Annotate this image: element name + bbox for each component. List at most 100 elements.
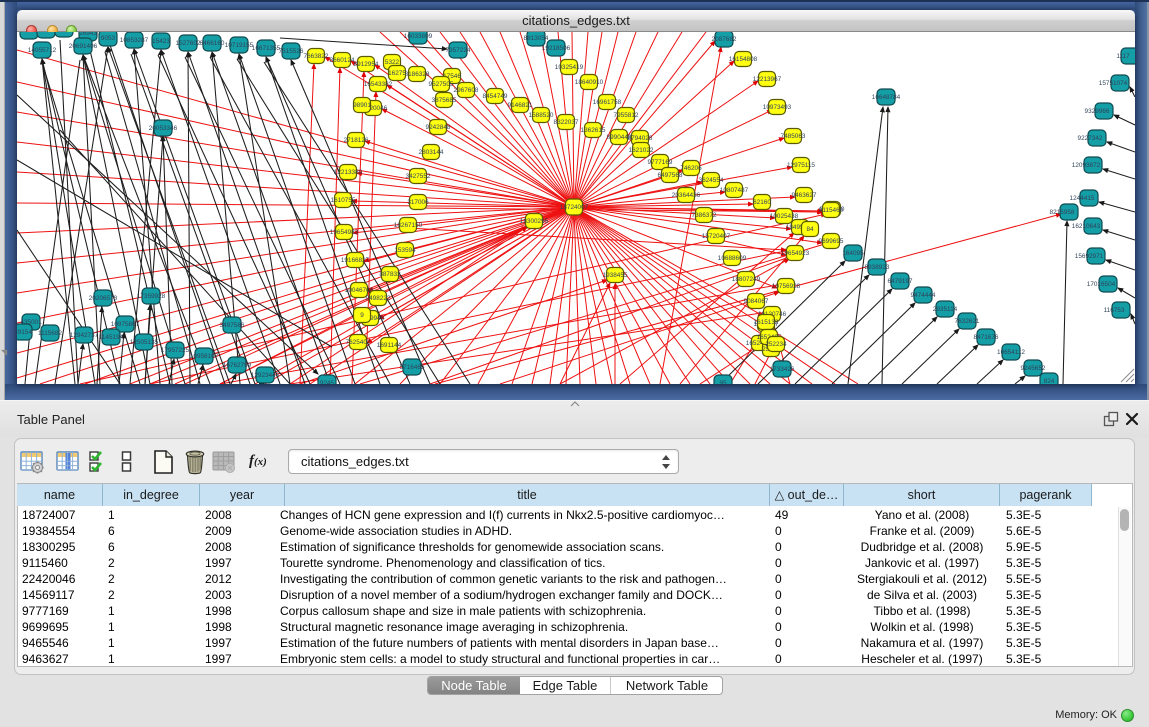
svg-text:20691406: 20691406 — [69, 43, 98, 50]
svg-text:3497586: 3497586 — [220, 322, 245, 329]
svg-text:16543382: 16543382 — [364, 81, 393, 88]
svg-text:10975867: 10975867 — [111, 321, 140, 328]
svg-text:1733426: 1733426 — [770, 366, 795, 373]
svg-text:18640910: 18640910 — [575, 79, 604, 86]
svg-text:15720407: 15720407 — [702, 233, 731, 240]
svg-text:12923446: 12923446 — [251, 372, 280, 379]
svg-text:12213967: 12213967 — [753, 76, 782, 83]
svg-text:16154808: 16154808 — [729, 56, 758, 63]
svg-text:17957225: 17957225 — [161, 347, 190, 354]
svg-text:20364436: 20364436 — [672, 192, 701, 199]
svg-text:746206: 746206 — [680, 165, 702, 172]
svg-text:6479197: 6479197 — [888, 278, 913, 285]
svg-text:9084067: 9084067 — [744, 298, 769, 305]
svg-text:7485063: 7485063 — [781, 133, 806, 140]
svg-text:10025438: 10025438 — [770, 213, 799, 220]
svg-text:16033809: 16033809 — [404, 33, 433, 40]
svg-text:3624554: 3624554 — [699, 177, 724, 184]
svg-text:20053346: 20053346 — [149, 125, 178, 132]
svg-text:6497568: 6497568 — [658, 172, 683, 179]
svg-text:9699695: 9699695 — [819, 238, 844, 245]
svg-text:8660124: 8660124 — [330, 57, 355, 64]
svg-text:16762759: 16762759 — [223, 362, 252, 369]
svg-text:17016504: 17016504 — [1087, 281, 1116, 288]
svg-text:14055712: 14055712 — [28, 47, 57, 54]
svg-text:9242848: 9242848 — [426, 124, 451, 131]
svg-text:317006: 317006 — [407, 199, 429, 206]
svg-text:2718126: 2718126 — [344, 137, 369, 144]
svg-text:9245652: 9245652 — [1021, 365, 1046, 372]
svg-text:9245: 9245 — [320, 380, 335, 384]
svg-text:1362615: 1362615 — [581, 127, 606, 134]
svg-text:9498222: 9498222 — [366, 295, 391, 302]
svg-text:18267150: 18267150 — [394, 222, 423, 229]
svg-text:15751074: 15751074 — [1099, 80, 1128, 87]
svg-text:1117: 1117 — [1116, 53, 1130, 60]
svg-text:12942737: 12942737 — [70, 332, 99, 339]
svg-text:8938923: 8938923 — [865, 264, 890, 271]
svg-text:8813054: 8813054 — [524, 35, 549, 42]
svg-text:8215958: 8215958 — [1050, 209, 1075, 216]
svg-text:20206578: 20206578 — [89, 295, 118, 302]
svg-text:10853287: 10853287 — [120, 37, 149, 44]
svg-text:18300295: 18300295 — [520, 218, 549, 225]
svg-text:10756928: 10756928 — [772, 283, 801, 290]
svg-text:10654112: 10654112 — [997, 349, 1025, 356]
svg-text:16210643: 16210643 — [1072, 223, 1101, 230]
svg-text:15423: 15423 — [152, 38, 170, 45]
svg-text:98901: 98901 — [353, 102, 371, 109]
svg-text:10688609: 10688609 — [718, 255, 747, 262]
svg-text:10807487: 10807487 — [720, 187, 749, 194]
svg-text:17359928: 17359928 — [137, 293, 166, 300]
svg-text:9527505: 9527505 — [429, 81, 454, 88]
svg-text:3875685: 3875685 — [432, 97, 457, 104]
svg-text:10325419: 10325419 — [555, 64, 584, 71]
svg-text:9146821: 9146821 — [508, 102, 533, 109]
svg-text:1244415: 1244415 — [1070, 195, 1095, 202]
svg-text:19654983: 19654983 — [330, 229, 359, 236]
svg-text:84: 84 — [806, 226, 814, 233]
svg-text:18724007: 18724007 — [560, 204, 589, 211]
svg-text:12213389: 12213389 — [334, 169, 363, 176]
svg-text:1588520: 1588520 — [529, 112, 554, 119]
svg-text:12093872: 12093872 — [1072, 162, 1101, 169]
svg-text:2803144: 2803144 — [419, 149, 444, 156]
svg-text:9777169: 9777169 — [648, 159, 673, 166]
svg-text:7663822: 7663822 — [304, 53, 329, 60]
svg-text:10958107: 10958107 — [190, 353, 219, 360]
svg-text:16943: 16943 — [79, 32, 97, 37]
svg-text:9474444: 9474444 — [911, 292, 936, 299]
svg-text:824: 824 — [1044, 378, 1055, 384]
svg-text:1145194: 1145194 — [99, 334, 124, 341]
svg-text:18807249: 18807249 — [732, 276, 761, 283]
svg-text:2087682: 2087682 — [712, 36, 737, 43]
svg-text:62160: 62160 — [753, 199, 771, 206]
svg-text:7515526: 7515526 — [279, 48, 304, 55]
svg-text:19654923: 19654923 — [781, 250, 810, 257]
svg-text:10719155: 10719155 — [225, 42, 254, 49]
svg-text:9053: 9053 — [101, 35, 116, 42]
svg-text:10973493: 10973493 — [763, 104, 792, 111]
svg-text:2967608: 2967608 — [454, 87, 479, 94]
svg-text:6466160: 6466160 — [200, 40, 225, 47]
svg-text:6794028: 6794028 — [628, 135, 653, 142]
svg-text:9227342: 9227342 — [1078, 135, 1103, 142]
svg-text:1610755: 1610755 — [331, 197, 356, 204]
svg-text:3427552: 3427552 — [406, 173, 431, 180]
svg-text:2935114: 2935114 — [933, 306, 958, 313]
svg-text:7625402: 7625402 — [346, 339, 371, 346]
svg-text:252234: 252234 — [765, 341, 787, 348]
svg-text:12975115: 12975115 — [787, 162, 815, 169]
svg-text:9329966: 9329966 — [1085, 108, 1110, 115]
svg-text:39154: 39154 — [17, 329, 32, 336]
svg-text:16961758: 16961758 — [593, 99, 622, 106]
svg-text:8186328: 8186328 — [405, 71, 430, 78]
svg-text:8454749: 8454749 — [483, 93, 508, 100]
svg-text:8912954: 8912954 — [354, 61, 379, 68]
svg-text:9115460: 9115460 — [819, 207, 844, 214]
svg-text:1691144: 1691144 — [377, 342, 402, 349]
svg-text:887833: 887833 — [379, 271, 401, 278]
svg-text:95: 95 — [719, 380, 727, 384]
svg-text:9463627: 9463627 — [792, 192, 817, 199]
svg-text:1615132: 1615132 — [754, 319, 779, 326]
